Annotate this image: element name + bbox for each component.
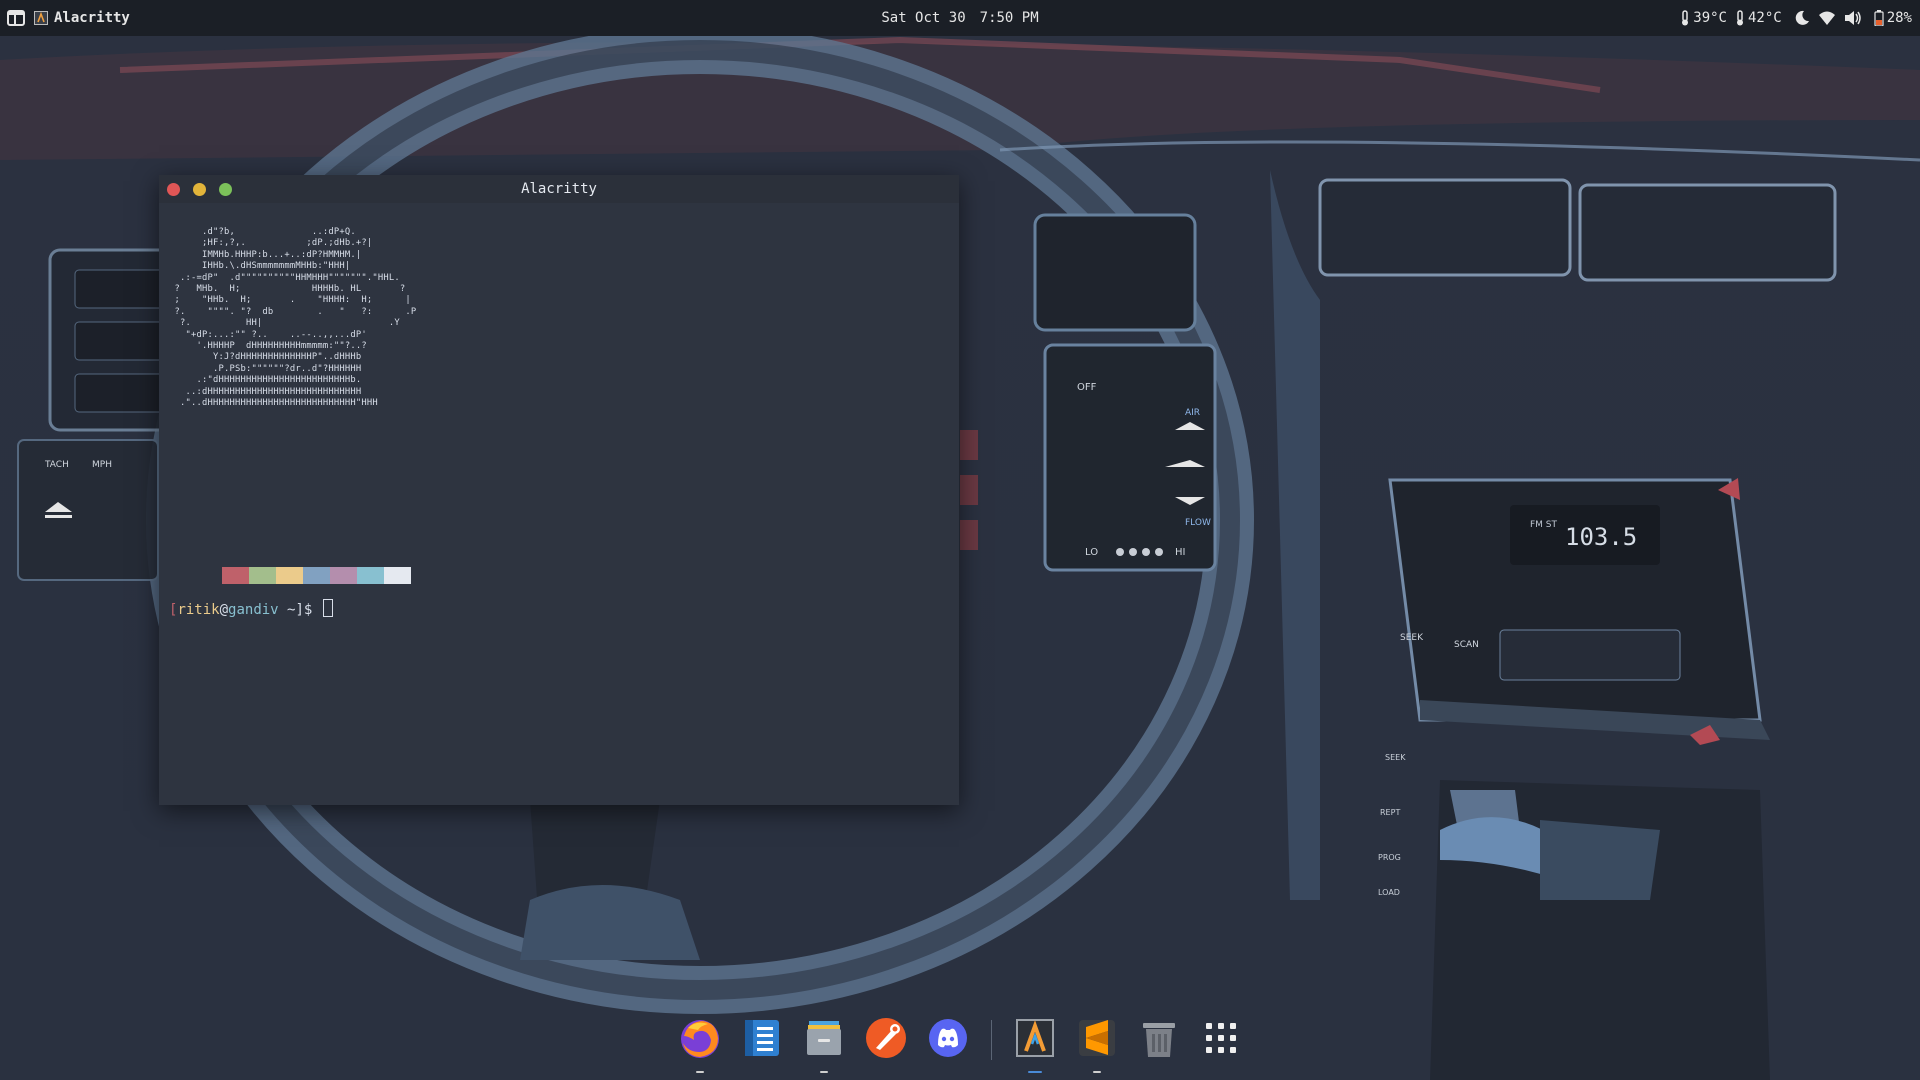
prompt-bracket-close: ]$ (295, 602, 313, 618)
svg-text:TACH: TACH (44, 460, 69, 470)
active-app-menu[interactable]: Alacritty (34, 10, 130, 26)
palette-swatch (222, 567, 249, 584)
color-palette (195, 567, 411, 584)
svg-text:MPH: MPH (92, 460, 112, 470)
svg-text:SEEK: SEEK (1385, 753, 1406, 762)
dock (0, 1000, 1920, 1080)
svg-text:REPT: REPT (1380, 808, 1400, 817)
svg-text:FLOW: FLOW (1185, 518, 1211, 528)
clock-date[interactable]: Sat Oct 30 (881, 10, 965, 26)
close-button[interactable] (167, 183, 180, 196)
running-indicator (695, 1071, 704, 1073)
svg-text:LOAD: LOAD (1378, 888, 1400, 897)
shell-prompt[interactable]: [ritik@gandiv ~]$ (169, 599, 333, 618)
svg-text:HI: HI (1175, 547, 1185, 558)
thermometer-icon (1680, 10, 1690, 26)
palette-swatch (330, 567, 357, 584)
maximize-button[interactable] (219, 183, 232, 196)
dock-item-alacritty[interactable] (1012, 1017, 1058, 1073)
terminal-window[interactable]: Alacritty .d"?b, ..:dP+Q. ;HF:,?,. ;dP.;… (159, 175, 959, 805)
dock-separator (990, 1020, 992, 1060)
dock-item-postman[interactable] (863, 1017, 909, 1063)
svg-text:LO: LO (1085, 547, 1098, 558)
system-indicators: 39°C 42°C 28% (1680, 0, 1912, 36)
running-indicator (1027, 1071, 1042, 1073)
clock: Sat Oct 30 7:50 PM (0, 0, 1920, 36)
palette-swatch (384, 567, 411, 584)
ascii-art-logo: .d"?b, ..:dP+Q. ;HF:,?,. ;dP.;dHb.+?| IM… (174, 227, 417, 409)
dock-item-trash[interactable] (1136, 1017, 1182, 1063)
cpu-temp-indicator[interactable]: 39°C (1680, 10, 1727, 26)
sublime-icon (1076, 1017, 1118, 1063)
clock-time[interactable]: 7:50 PM (980, 10, 1039, 26)
palette-swatch (249, 567, 276, 584)
palette-swatch (303, 567, 330, 584)
volume-icon[interactable] (1844, 10, 1862, 26)
alacritty-icon (1014, 1017, 1056, 1063)
dock-item-discord[interactable] (925, 1017, 971, 1063)
svg-text:103.5: 103.5 (1565, 523, 1637, 551)
dock-item-sublime-text[interactable] (1074, 1017, 1120, 1073)
night-light-icon[interactable] (1794, 10, 1810, 26)
top-panel: Alacritty Sat Oct 30 7:50 PM 39°C 42°C 2… (0, 0, 1920, 36)
battery-indicator[interactable]: 28% (1874, 10, 1912, 26)
prompt-user: ritik (177, 602, 220, 618)
firefox-icon (678, 1016, 722, 1064)
palette-swatch (357, 567, 384, 584)
window-title: Alacritty (521, 181, 597, 197)
palette-swatch (276, 567, 303, 584)
app-grid-icon (1204, 1021, 1238, 1059)
dock-item-text-editor[interactable] (739, 1017, 785, 1063)
cpu-temp-value: 39°C (1693, 10, 1727, 26)
svg-text:FM ST: FM ST (1530, 520, 1558, 530)
palette-swatch (195, 567, 222, 584)
postman-icon (864, 1016, 908, 1064)
svg-text:OFF: OFF (1077, 382, 1097, 393)
running-indicator (819, 1071, 828, 1073)
notes-icon (741, 1017, 783, 1063)
minimize-button[interactable] (193, 183, 206, 196)
dock-item-firefox[interactable] (677, 1016, 723, 1073)
svg-text:SEEK: SEEK (1400, 633, 1424, 643)
alacritty-icon (34, 11, 48, 25)
svg-text:SCAN: SCAN (1454, 640, 1479, 650)
prompt-host: gandiv (228, 602, 279, 618)
gpu-temp-indicator[interactable]: 42°C (1735, 10, 1782, 26)
wifi-icon[interactable] (1818, 10, 1836, 26)
active-app-label: Alacritty (54, 10, 130, 26)
battery-value: 28% (1886, 10, 1912, 26)
svg-text:AIR: AIR (1185, 408, 1200, 418)
thermometer-icon (1735, 10, 1745, 26)
battery-icon (1874, 10, 1884, 26)
dock-item-files[interactable] (801, 1017, 847, 1073)
running-indicator (1092, 1071, 1101, 1073)
svg-text:PROG: PROG (1378, 853, 1401, 862)
text-cursor (322, 599, 333, 617)
discord-icon (927, 1017, 969, 1063)
window-titlebar[interactable]: Alacritty (159, 175, 959, 203)
prompt-at: @ (219, 602, 229, 618)
trash-icon (1139, 1017, 1179, 1063)
window-grid-icon[interactable] (6, 8, 26, 28)
dock-item-show-apps[interactable] (1198, 1017, 1244, 1063)
file-cabinet-icon (803, 1017, 845, 1063)
gpu-temp-value: 42°C (1747, 10, 1782, 26)
